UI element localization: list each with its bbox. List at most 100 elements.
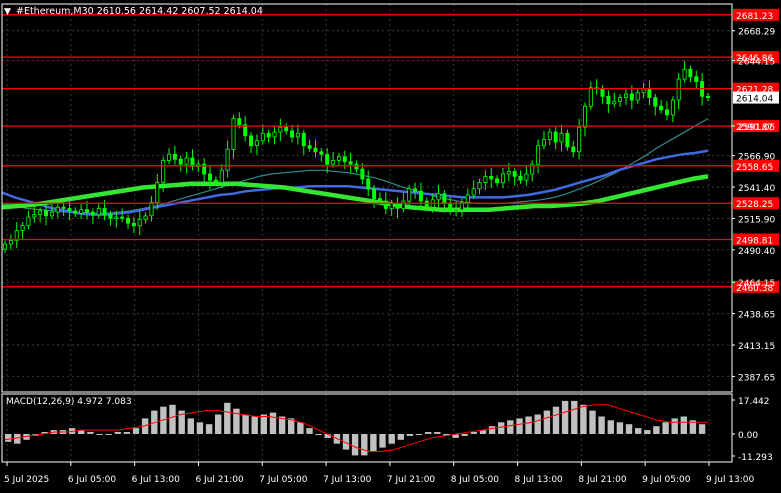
macd-bar <box>415 434 423 435</box>
macd-bar <box>525 416 532 434</box>
macd-bar <box>589 410 596 434</box>
candle-body <box>254 140 259 146</box>
candle-body <box>670 99 675 116</box>
candle-body <box>360 168 365 180</box>
macd-bar <box>635 428 642 434</box>
candle-body <box>588 87 593 107</box>
candle-body <box>120 216 125 219</box>
candle-body <box>688 68 693 78</box>
candle-body <box>32 214 37 218</box>
candle-body <box>624 93 629 99</box>
time-tick-label: 6 Jul 21:00 <box>195 475 244 485</box>
candle-body <box>126 217 131 224</box>
candle-body <box>424 200 429 208</box>
price-tick-label: 2644.15 <box>738 57 775 67</box>
macd-bar <box>306 428 313 434</box>
candle-body <box>448 203 453 212</box>
macd-bar <box>224 402 231 434</box>
price-tick-label: 2387.65 <box>738 373 775 383</box>
candle-body <box>348 161 353 165</box>
price-chart[interactable]: 2681.232646.862621.282590.872558.652528.… <box>0 0 781 489</box>
candle-body <box>377 198 382 202</box>
candle-body <box>366 178 371 190</box>
candle-body <box>706 96 711 99</box>
candle-body <box>465 194 470 203</box>
candle-body <box>500 173 505 184</box>
candle-body <box>354 163 359 170</box>
macd-bar <box>397 434 404 440</box>
level-label: 2528.25 <box>736 200 773 210</box>
macd-bar <box>351 434 359 456</box>
macd-tick-label: 17.442 <box>738 397 770 407</box>
candle-body <box>219 169 224 184</box>
candle-body <box>278 126 283 133</box>
candle-body <box>682 68 687 80</box>
candle-body <box>249 135 254 147</box>
candle-body <box>553 131 558 143</box>
macd-bar <box>123 432 131 434</box>
price-tick-label: 2541.40 <box>738 184 775 194</box>
candle-body <box>237 118 242 126</box>
macd-bar <box>205 424 213 434</box>
candle-body <box>676 78 681 101</box>
candle-body <box>44 210 49 217</box>
price-tick-label: 2591.05 <box>738 123 775 133</box>
candle-body <box>577 126 582 153</box>
time-tick-label: 8 Jul 05:00 <box>451 475 500 485</box>
macd-bar <box>488 426 496 434</box>
macd-bar <box>105 434 112 435</box>
candle-body <box>565 132 570 148</box>
macd-bar <box>379 434 386 448</box>
candle-body <box>442 193 447 204</box>
current-price-label: 2614.04 <box>736 95 773 105</box>
macd-bar <box>14 434 21 444</box>
candle-body <box>295 132 300 138</box>
candle-body <box>184 157 189 165</box>
candle-body <box>518 175 523 181</box>
macd-bar <box>5 434 12 442</box>
price-tick-label: 2515.90 <box>738 215 775 225</box>
candle-body <box>290 130 295 138</box>
candle-body <box>629 93 634 101</box>
price-tick-label: 2438.65 <box>738 311 775 321</box>
macd-bar <box>260 414 267 434</box>
macd-bar <box>698 424 706 434</box>
candle-body <box>342 156 347 162</box>
candle-body <box>506 171 511 175</box>
candle-body <box>213 179 218 184</box>
macd-label: MACD(12,26,9) 4.972 7.083 <box>6 397 132 407</box>
macd-bar <box>388 434 395 444</box>
candle-body <box>20 225 25 231</box>
time-tick-label: 6 Jul 13:00 <box>132 475 181 485</box>
candle-body <box>395 203 400 209</box>
macd-bar <box>616 422 624 434</box>
macd-bar <box>269 412 277 434</box>
candle-body <box>301 132 306 147</box>
candle-body <box>542 139 547 147</box>
macd-bar <box>425 432 432 434</box>
macd-bar <box>315 434 322 435</box>
macd-bar <box>461 434 468 436</box>
time-tick-label: 9 Jul 13:00 <box>706 475 755 485</box>
macd-bar <box>571 400 578 434</box>
candle-body <box>331 159 336 165</box>
candle-body <box>489 175 494 180</box>
candle-body <box>389 203 394 209</box>
candle-body <box>407 188 412 202</box>
candle-body <box>96 208 101 216</box>
candle-body <box>313 147 318 153</box>
chart-window[interactable]: 2681.23 2646.86 2621.28 2590.87 2558.65 2528.… <box>0 0 781 489</box>
time-tick-label: 7 Jul 13:00 <box>323 475 372 485</box>
candle-body <box>85 209 90 213</box>
macd-bar <box>215 414 222 434</box>
candle-body <box>272 131 277 138</box>
candle-body <box>583 105 588 128</box>
candle-body <box>225 148 230 171</box>
candle-body <box>383 200 388 209</box>
macd-bar <box>87 432 94 434</box>
chart-dropdown-icon[interactable]: ▼ <box>4 7 11 17</box>
macd-bar <box>561 400 569 434</box>
level-label: 2681.23 <box>736 12 773 22</box>
candle-body <box>641 88 646 94</box>
time-tick-label: 7 Jul 21:00 <box>387 475 436 485</box>
